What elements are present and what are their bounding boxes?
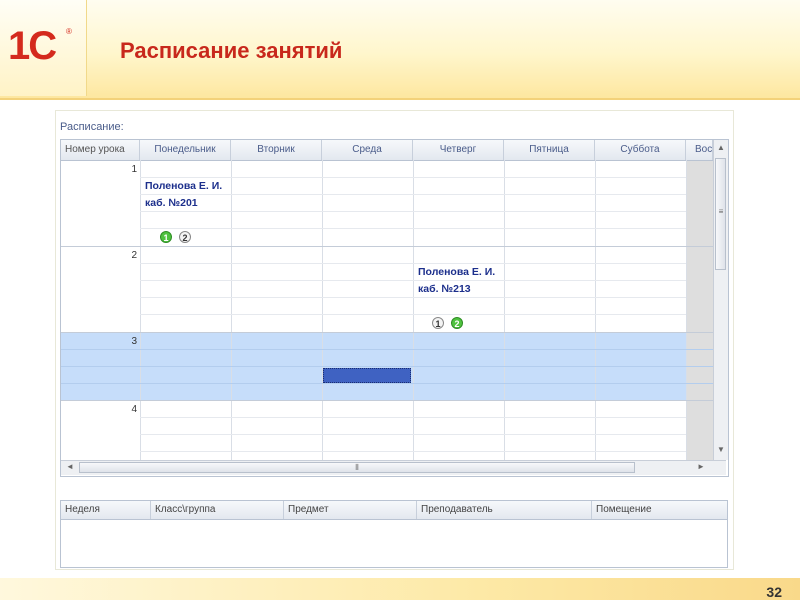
scroll-grip-icon: ⦀ bbox=[355, 463, 359, 472]
column-divider bbox=[413, 160, 414, 460]
column-header-lesson-number[interactable]: Номер урока bbox=[61, 140, 140, 160]
1c-logo: 1С bbox=[8, 24, 57, 68]
lesson-number: 3 bbox=[131, 336, 137, 347]
column-header-thursday[interactable]: Четверг bbox=[413, 140, 504, 160]
week-badge-active[interactable]: 1 bbox=[160, 231, 172, 243]
vertical-scrollbar[interactable]: ▲ ≡ ▼ bbox=[713, 140, 728, 460]
row-subline bbox=[61, 383, 713, 384]
scroll-grip-icon: ≡ bbox=[718, 207, 724, 216]
column-header-teacher[interactable]: Преподаватель bbox=[417, 501, 592, 519]
page-number: 32 bbox=[766, 584, 782, 600]
column-header-room[interactable]: Помещение bbox=[592, 501, 727, 519]
row-divider bbox=[61, 246, 713, 247]
schedule-label: Расписание: bbox=[60, 121, 124, 133]
scroll-left-icon[interactable]: ◄ bbox=[63, 462, 77, 471]
lesson-details-header: Неделя Класс\группа Предмет Преподавател… bbox=[61, 501, 727, 520]
column-header-monday[interactable]: Понедельник bbox=[140, 140, 231, 160]
column-header-tuesday[interactable]: Вторник bbox=[231, 140, 322, 160]
column-header-week[interactable]: Неделя bbox=[61, 501, 151, 519]
horizontal-scrollbar[interactable]: ◄ ⦀ ► bbox=[61, 460, 726, 475]
scroll-up-icon[interactable]: ▲ bbox=[714, 143, 728, 152]
column-header-friday[interactable]: Пятница bbox=[504, 140, 595, 160]
column-header-wednesday[interactable]: Среда bbox=[322, 140, 413, 160]
column-header-saturday[interactable]: Суббота bbox=[595, 140, 686, 160]
row-subline bbox=[140, 228, 686, 229]
week-badge[interactable]: 2 bbox=[179, 231, 191, 243]
registered-mark: ® bbox=[66, 27, 72, 36]
schedule-grid[interactable]: Номер урока Понедельник Вторник Среда Че… bbox=[60, 139, 729, 477]
column-divider bbox=[231, 160, 232, 460]
row-subline bbox=[140, 314, 686, 315]
lesson-number: 2 bbox=[131, 250, 137, 261]
lesson-details-table[interactable]: Неделя Класс\группа Предмет Преподавател… bbox=[60, 500, 728, 568]
lesson-number: 1 bbox=[131, 164, 137, 175]
row-subline bbox=[140, 211, 686, 212]
row-subline bbox=[140, 280, 686, 281]
sunday-column-fill bbox=[686, 160, 713, 460]
scroll-right-icon[interactable]: ► bbox=[694, 462, 708, 471]
schedule-entry-teacher[interactable]: Поленова Е. И. bbox=[418, 264, 495, 281]
selected-cell[interactable] bbox=[323, 368, 411, 383]
row-subline bbox=[140, 434, 686, 435]
schedule-entry-teacher[interactable]: Поленова Е. И. bbox=[145, 178, 222, 195]
row-subline bbox=[140, 451, 686, 452]
schedule-entry-room[interactable]: каб. №213 bbox=[418, 281, 471, 298]
page-title: Расписание занятий bbox=[120, 38, 343, 63]
scroll-down-icon[interactable]: ▼ bbox=[714, 445, 728, 454]
row-divider bbox=[61, 400, 713, 401]
row-subline bbox=[140, 297, 686, 298]
schedule-grid-header: Номер урока Понедельник Вторник Среда Че… bbox=[61, 140, 713, 161]
row-divider bbox=[61, 332, 713, 333]
row-subline bbox=[140, 417, 686, 418]
week-badge-active[interactable]: 2 bbox=[451, 317, 463, 329]
column-header-subject[interactable]: Предмет bbox=[284, 501, 417, 519]
logo-area: 1С ® bbox=[0, 0, 87, 96]
horizontal-scroll-thumb[interactable]: ⦀ bbox=[79, 462, 635, 473]
row-subline bbox=[140, 263, 686, 264]
week-badge[interactable]: 1 bbox=[432, 317, 444, 329]
column-divider bbox=[140, 160, 141, 460]
column-divider bbox=[322, 160, 323, 460]
row-subline bbox=[61, 349, 713, 350]
lesson-number: 4 bbox=[131, 404, 137, 415]
column-divider bbox=[686, 160, 687, 460]
row-subline bbox=[61, 366, 713, 367]
column-header-sunday[interactable]: Вос bbox=[686, 140, 713, 160]
schedule-entry-room[interactable]: каб. №201 bbox=[145, 195, 198, 212]
column-divider bbox=[504, 160, 505, 460]
vertical-scroll-thumb[interactable]: ≡ bbox=[715, 158, 726, 270]
column-header-class-group[interactable]: Класс\группа bbox=[151, 501, 284, 519]
slide-footer bbox=[0, 578, 800, 600]
column-divider bbox=[595, 160, 596, 460]
